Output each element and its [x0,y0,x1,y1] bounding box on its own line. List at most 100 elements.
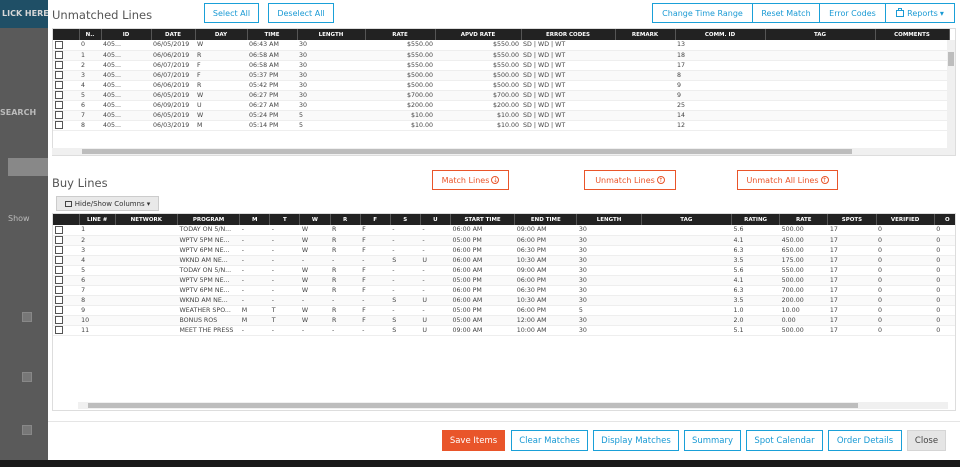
buy-column-header[interactable]: PROGRAM [177,214,241,225]
unmatched-table-row[interactable]: 5 405... 06/05/2019 W 06:27 PM 30 $700.00 $700.… [53,90,949,101]
unmatched-column-header[interactable]: TIME [247,29,298,40]
row-checkbox[interactable] [55,316,63,324]
buy-table-row[interactable]: 4 WKND AM NE... - - - - - S U 06:00 AM 10:30 AM 30 3… [53,255,955,266]
display-matches-button[interactable]: Display Matches [593,430,679,451]
row-checkbox[interactable] [55,236,63,244]
change-time-range-button[interactable]: Change Time Range [652,3,753,23]
buy-column-header[interactable]: F [360,214,391,225]
unmatched-table-row[interactable]: 4 405... 06/06/2019 R 05:42 PM 30 $500.00 $500.… [53,80,949,91]
unmatched-table-row[interactable]: 2 405... 06/07/2019 F 06:58 AM 30 $550.00 $550.… [53,60,949,71]
buy-column-header[interactable]: U [420,214,451,225]
order-details-button[interactable]: Order Details [828,430,902,451]
match-lines-button[interactable]: Match Lines ↓ [432,170,509,190]
unmatched-column-header[interactable]: ID [101,29,152,40]
row-checkbox[interactable] [55,326,63,334]
buy-column-header[interactable]: LENGTH [576,214,642,225]
unmatched-column-header[interactable]: RATE [365,29,436,40]
unmatched-table-row[interactable]: 3 405... 06/07/2019 F 05:37 PM 30 $500.00 $500.… [53,70,949,81]
row-checkbox[interactable] [55,286,63,294]
unmatched-table-row[interactable]: 8 405... 06/03/2019 M 05:14 PM 5 $10.00 $10.00 S… [53,120,949,131]
row-checkbox[interactable] [55,101,63,109]
buy-column-header[interactable]: S [390,214,421,225]
unmatched-table-cell [765,120,875,131]
reports-dropdown-button[interactable]: Reports ▾ [885,3,955,23]
row-checkbox[interactable] [55,111,63,119]
buy-column-header[interactable]: VERIFIED [876,214,935,225]
buy-horizontal-scrollbar[interactable] [78,402,948,409]
unmatch-lines-button[interactable]: Unmatch Lines ↑ [584,170,676,190]
clear-matches-button[interactable]: Clear Matches [511,430,588,451]
unmatched-horizontal-scrollbar[interactable] [52,148,948,155]
reset-match-button[interactable]: Reset Match [752,3,820,23]
spot-calendar-button[interactable]: Spot Calendar [746,430,823,451]
unmatched-column-header[interactable]: LENGTH [297,29,366,40]
row-checkbox[interactable] [55,71,63,79]
unmatched-column-header[interactable]: DATE [151,29,196,40]
buy-table-cell: - [420,285,451,296]
buy-column-header[interactable]: W [299,214,331,225]
unmatched-column-header[interactable]: TAG [765,29,876,40]
unmatched-column-header[interactable]: N.. [79,29,102,40]
unmatched-vertical-scrollbar[interactable] [947,40,955,155]
unmatched-column-header[interactable]: ERROR CODES [521,29,616,40]
unmatched-column-header[interactable]: COMM. ID [675,29,766,40]
buy-column-header[interactable]: RATING [731,214,781,225]
buy-table-row[interactable]: 10 BONUS ROS M T W R F S U 05:00 AM 12:00 AM 30 2.0 0… [53,315,955,326]
summary-button[interactable]: Summary [684,430,741,451]
hide-show-columns-button[interactable]: Hide/Show Columns ▾ [56,196,159,211]
buy-table-cell: W [299,315,331,326]
buy-column-header[interactable]: R [330,214,361,225]
buy-column-header[interactable]: T [269,214,301,225]
unmatched-table-row[interactable]: 0 405... 06/05/2019 W 06:43 AM 30 $550.00 $550.… [53,40,949,51]
scroll-thumb[interactable] [948,52,954,66]
scroll-thumb[interactable] [82,149,852,154]
row-checkbox[interactable] [55,246,63,254]
unmatched-column-header[interactable]: DAY [195,29,248,40]
buy-column-header[interactable]: END TIME [514,214,578,225]
row-checkbox[interactable] [55,40,63,49]
row-checkbox[interactable] [55,91,63,99]
row-checkbox[interactable] [55,296,63,304]
buy-table-row[interactable]: 9 WEATHER SPO... M T W R F - -05:00 PM 06:00 PM 5 1… [53,305,955,316]
row-checkbox[interactable] [55,266,63,274]
unmatched-column-header[interactable]: APVD RATE [435,29,522,40]
buy-column-header[interactable]: M [239,214,271,225]
row-checkbox[interactable] [55,276,63,284]
unmatched-table-row[interactable]: 1 405... 06/06/2019 R 06:58 AM 30 $550.00 $550.… [53,50,949,61]
close-button[interactable]: Close [907,430,946,451]
row-checkbox[interactable] [55,51,63,59]
buy-table-row[interactable]: 3 WPTV 6PM NE... - - W R F - -06:00 PM 06:30 PM 30… [53,245,955,256]
buy-table-row[interactable]: 6 WPTV 5PM NE... - - W R F - -05:00 PM 06:00 PM 30… [53,275,955,286]
row-checkbox[interactable] [55,225,63,234]
buy-table-row[interactable]: 8 WKND AM NE... - - - - - S U 06:00 AM 10:30 AM 30 3… [53,295,955,306]
unmatched-table-row[interactable]: 7 405... 06/05/2019 W 05:24 PM 5 $10.00 $10.00 S… [53,110,949,121]
row-checkbox[interactable] [55,121,63,129]
select-all-button[interactable]: Select All [204,3,259,23]
row-checkbox[interactable] [55,81,63,89]
buy-table-row[interactable]: 1 TODAY ON 5/N... - - W R F - -06:00 AM 09:00 AM 3… [53,225,955,236]
buy-table-row[interactable]: 5 TODAY ON 5/N... - - W R F - -06:00 AM 09:00 AM 3… [53,265,955,276]
unmatched-column-header[interactable]: COMMENTS [875,29,950,40]
buy-table-row[interactable]: 11 MEET THE PRESS - - - - - S U 09:00 AM 10:00 AM 3… [53,325,955,336]
buy-column-header[interactable]: NETWORK [115,214,178,225]
save-items-button[interactable]: Save Items [442,430,505,451]
row-checkbox[interactable] [55,61,63,69]
unmatch-all-lines-button[interactable]: Unmatch All Lines ↑ [737,170,838,190]
deselect-all-button[interactable]: Deselect All [268,3,334,23]
buy-table-cell: - [269,255,300,266]
buy-column-header[interactable]: LINE # [79,214,116,225]
buy-table-row[interactable]: 7 WPTV 6PM NE... - - W R F - -06:00 PM 06:30 PM 30… [53,285,955,296]
buy-column-header[interactable]: TAG [641,214,733,225]
buy-column-header[interactable]: SPOTS [827,214,877,225]
buy-column-header[interactable]: RATE [779,214,829,225]
buy-table-cell: R [330,235,361,246]
buy-column-header[interactable]: START TIME [450,214,516,225]
unmatched-table-row[interactable]: 6 405... 06/09/2019 U 06:27 AM 30 $200.00 $200.… [53,100,949,111]
buy-table-row[interactable]: 2 WPTV 5PM NE... - - W R F - -05:00 PM 06:00 PM 30… [53,235,955,246]
unmatched-column-header[interactable]: REMARK [615,29,676,40]
row-checkbox[interactable] [55,256,63,264]
buy-column-header[interactable]: O [934,214,955,225]
error-codes-button[interactable]: Error Codes [819,3,886,23]
row-checkbox[interactable] [55,306,63,314]
scroll-thumb[interactable] [88,403,858,408]
